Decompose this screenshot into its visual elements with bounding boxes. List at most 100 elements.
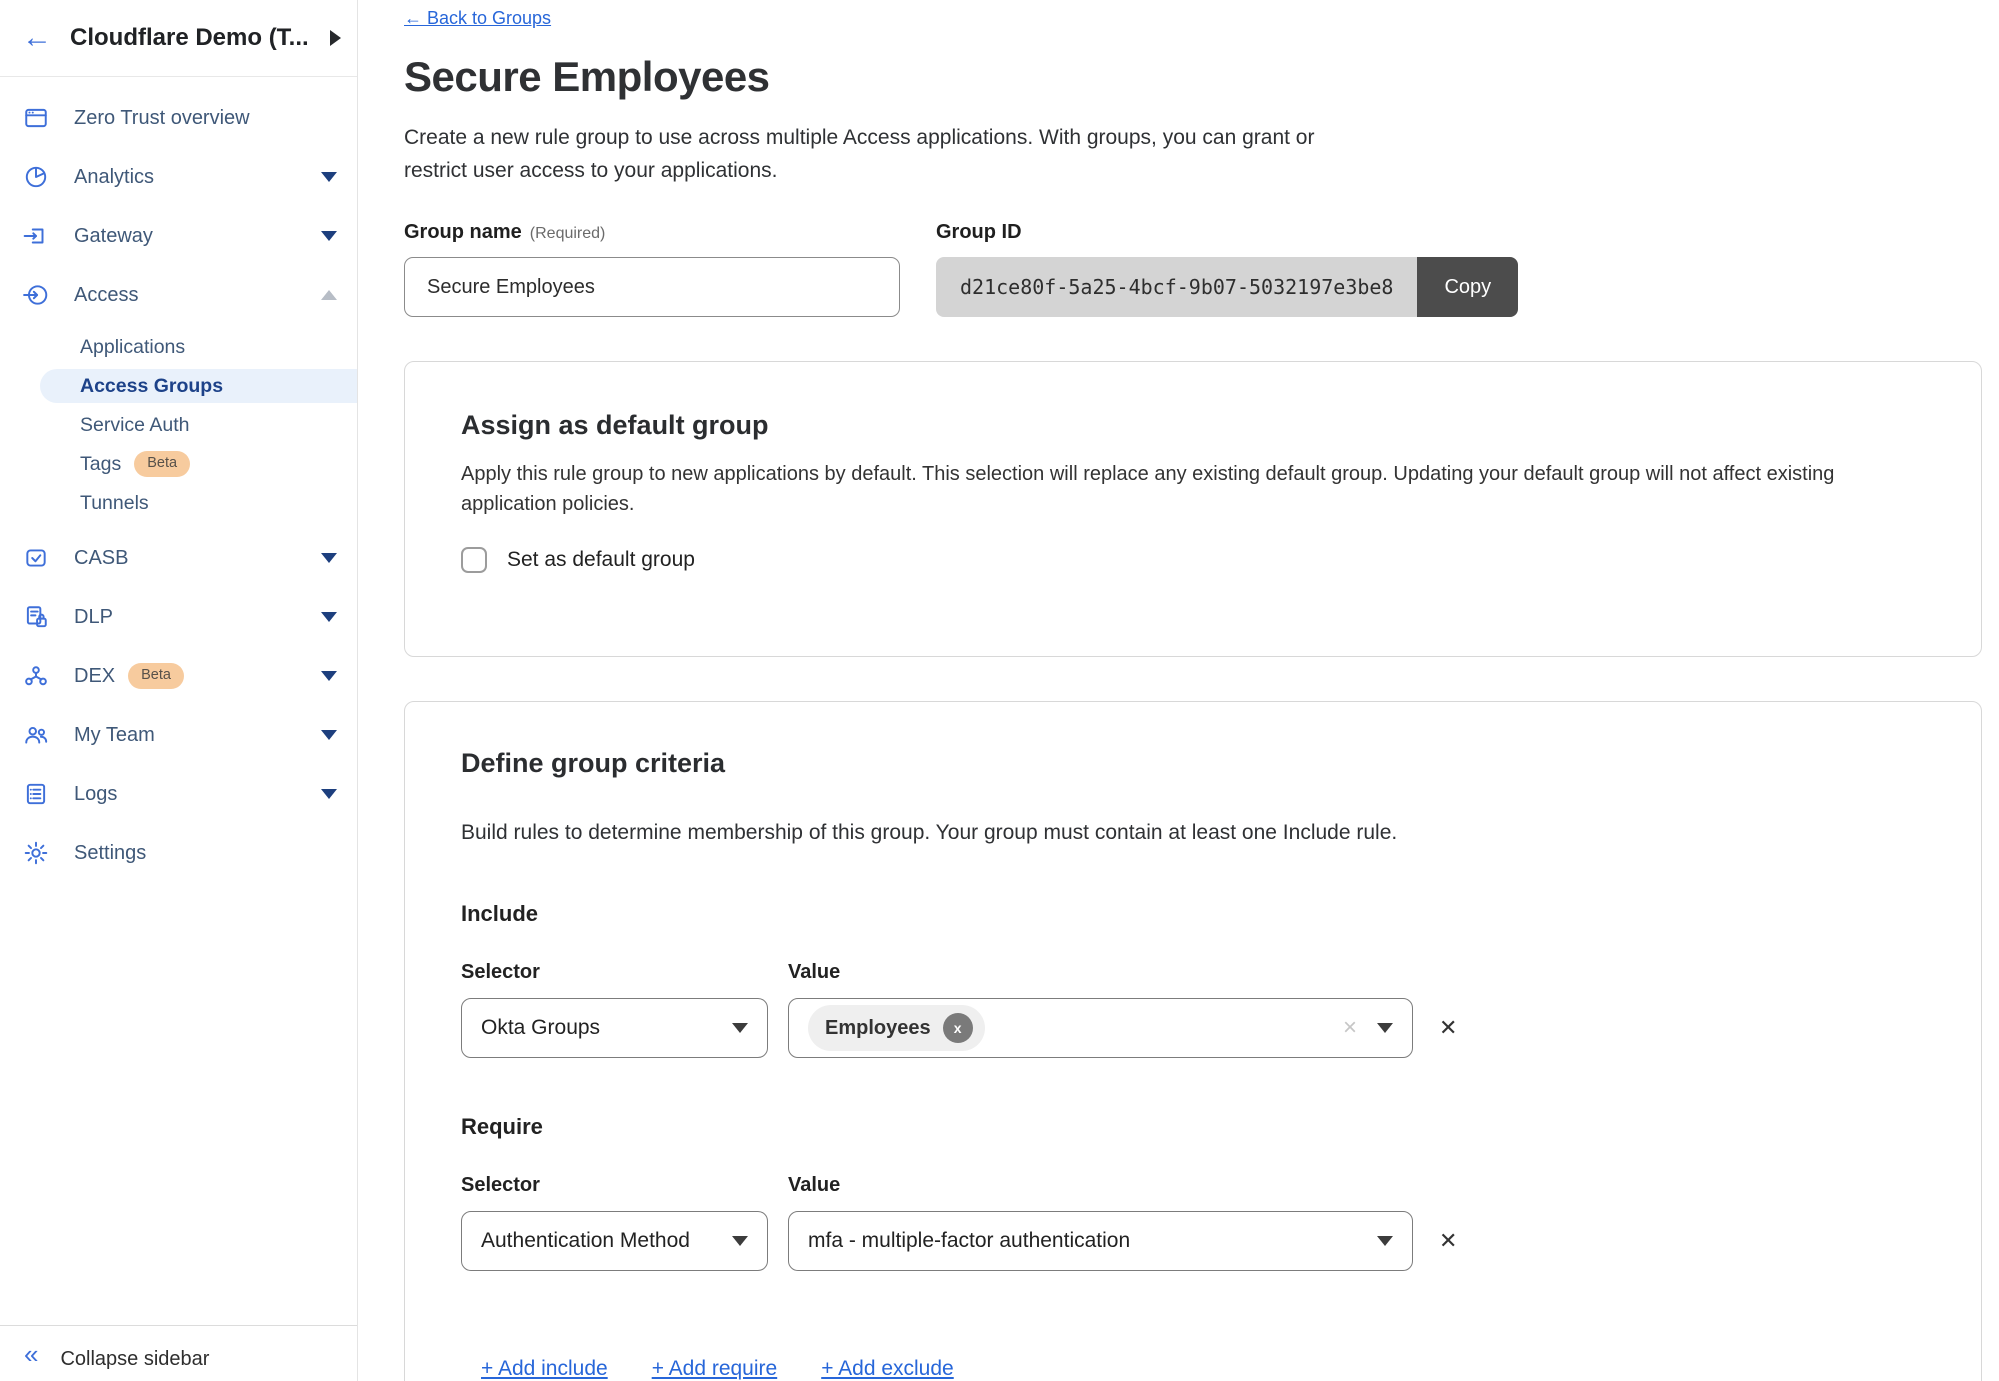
back-to-groups-link[interactable]: ← Back to Groups [404, 8, 551, 29]
add-require-link[interactable]: + Add require [652, 1357, 778, 1381]
card-title: Assign as default group [461, 410, 1925, 441]
sidebar-item-access-groups[interactable]: Access Groups [40, 369, 357, 403]
sidebar-item-label: Zero Trust overview [74, 107, 250, 130]
sidebar-subitem-label: Service Auth [80, 414, 189, 437]
sidebar-item-label: CASB [74, 547, 128, 570]
sidebar-subitem-label: Access Groups [80, 375, 223, 398]
value-chip: Employees x [808, 1005, 985, 1051]
sidebar-item-my-team[interactable]: My Team [0, 711, 357, 759]
sidebar-item-service-auth[interactable]: Service Auth [0, 408, 357, 442]
sidebar-item-label: DEX [74, 665, 115, 688]
chip-remove-icon[interactable]: x [943, 1013, 973, 1043]
collapse-chevrons-icon: « [24, 1341, 38, 1367]
sidebar-item-casb[interactable]: CASB [0, 534, 357, 582]
back-arrow-icon[interactable]: ← [22, 23, 52, 53]
chevron-down-icon [732, 1236, 748, 1246]
card-description: Apply this rule group to new application… [461, 459, 1893, 519]
sidebar-subitem-label: Applications [80, 336, 185, 359]
group-name-input[interactable] [404, 257, 900, 317]
casb-icon [23, 545, 49, 571]
sidebar-item-tunnels[interactable]: Tunnels [0, 486, 357, 520]
beta-badge: Beta [134, 451, 190, 476]
sidebar-item-access[interactable]: Access [0, 271, 357, 319]
group-name-label: Group name [404, 221, 522, 244]
include-selector-dropdown[interactable]: Okta Groups [461, 998, 768, 1058]
group-id-field-group: Group ID d21ce80f-5a25-4bcf-9b07-5032197… [936, 221, 1518, 317]
add-exclude-link[interactable]: + Add exclude [821, 1357, 954, 1381]
required-hint: (Required) [530, 225, 606, 243]
value-label: Value [788, 1174, 840, 1197]
require-selector-dropdown[interactable]: Authentication Method [461, 1211, 768, 1271]
require-heading: Require [461, 1114, 1925, 1140]
chevron-down-icon [321, 671, 337, 681]
sidebar-item-dlp[interactable]: DLP [0, 593, 357, 641]
sidebar-item-logs[interactable]: Logs [0, 770, 357, 818]
chevron-down-icon [1377, 1023, 1393, 1033]
include-value-multiselect[interactable]: Employees x × [788, 998, 1413, 1058]
set-default-group-checkbox[interactable] [461, 547, 487, 573]
collapse-sidebar-label: Collapse sidebar [60, 1348, 209, 1371]
sidebar-item-applications[interactable]: Applications [0, 330, 357, 364]
sidebar-item-label: Settings [74, 842, 146, 865]
sidebar-item-tags[interactable]: Tags Beta [0, 447, 357, 481]
sidebar-item-settings[interactable]: Settings [0, 829, 357, 877]
include-labels-row: Selector Value [461, 961, 1925, 984]
require-rule-row: Authentication Method mfa - multiple-fac… [461, 1211, 1925, 1271]
sidebar-item-label: Gateway [74, 225, 153, 248]
set-default-group-label: Set as default group [507, 548, 695, 572]
access-arrow-icon [23, 282, 49, 308]
sidebar-item-label: DLP [74, 606, 113, 629]
gateway-icon [23, 223, 49, 249]
chevron-down-icon [321, 730, 337, 740]
chevron-down-icon [321, 172, 337, 182]
require-value-dropdown[interactable]: mfa - multiple-factor authentication [788, 1211, 1413, 1271]
delete-require-rule-icon[interactable]: ✕ [1439, 1228, 1457, 1254]
sidebar-item-label: Logs [74, 783, 117, 806]
chevron-down-icon [321, 231, 337, 241]
sidebar-item-label: Access [74, 284, 138, 307]
sidebar: ← Cloudflare Demo (T... Zero Trust overv… [0, 0, 358, 1381]
sidebar-nav: Zero Trust overview Analytics Gateway Ac… [0, 77, 357, 877]
sidebar-item-label: Analytics [74, 166, 154, 189]
card-description: Build rules to determine membership of t… [461, 821, 1925, 845]
set-default-group-row: Set as default group [461, 547, 1925, 573]
selector-label: Selector [461, 1174, 788, 1197]
add-include-link[interactable]: + Add include [481, 1357, 608, 1381]
sidebar-item-analytics[interactable]: Analytics [0, 153, 357, 201]
collapse-sidebar-button[interactable]: « Collapse sidebar [0, 1325, 357, 1381]
clear-value-icon[interactable]: × [1343, 1016, 1357, 1040]
expand-right-icon[interactable] [330, 30, 341, 46]
copy-button[interactable]: Copy [1417, 257, 1518, 317]
sidebar-subitem-label: Tunnels [80, 492, 149, 515]
require-value-text: mfa - multiple-factor authentication [808, 1229, 1130, 1253]
sidebar-header: ← Cloudflare Demo (T... [0, 0, 357, 77]
card-title: Define group criteria [461, 748, 1925, 779]
group-id-label: Group ID [936, 221, 1022, 244]
include-rule-row: Okta Groups Employees x × ✕ [461, 998, 1925, 1058]
account-title: Cloudflare Demo (T... [70, 24, 330, 52]
pie-chart-icon [23, 164, 49, 190]
sidebar-item-label: My Team [74, 724, 155, 747]
chevron-up-icon [321, 290, 337, 300]
chevron-down-icon [321, 553, 337, 563]
main-content: ← Back to Groups Secure Employees Create… [358, 0, 1999, 1381]
sidebar-item-dex[interactable]: DEX Beta [0, 652, 357, 700]
dlp-icon [23, 604, 49, 630]
beta-badge: Beta [128, 663, 184, 688]
page-title: Secure Employees [404, 53, 1982, 101]
define-group-criteria-card: Define group criteria Build rules to det… [404, 701, 1982, 1381]
chevron-down-icon [1377, 1236, 1393, 1246]
access-submenu: Applications Access Groups Service Auth … [0, 330, 357, 520]
gear-icon [23, 840, 49, 866]
selector-label: Selector [461, 961, 788, 984]
chevron-down-icon [321, 789, 337, 799]
sidebar-subitem-label: Tags [80, 453, 121, 476]
sidebar-item-zero-trust-overview[interactable]: Zero Trust overview [0, 94, 357, 142]
require-selector-value: Authentication Method [481, 1229, 690, 1253]
sidebar-item-gateway[interactable]: Gateway [0, 212, 357, 260]
delete-include-rule-icon[interactable]: ✕ [1439, 1015, 1457, 1041]
group-name-field-group: Group name (Required) [404, 221, 900, 317]
value-label: Value [788, 961, 840, 984]
value-chip-label: Employees [825, 1017, 931, 1040]
group-name-id-row: Group name (Required) Group ID d21ce80f-… [404, 221, 1982, 317]
